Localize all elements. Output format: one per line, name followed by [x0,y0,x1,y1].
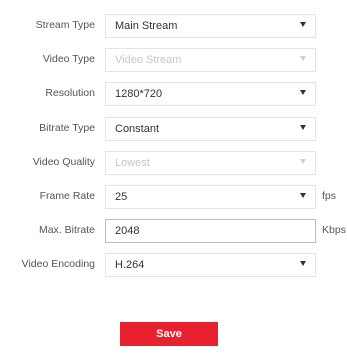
resolution-label: Resolution [45,87,95,99]
save-button[interactable]: Save [120,322,218,346]
frame-rate-row: Frame Rate 25 fps [0,185,347,211]
frame-rate-select[interactable]: 25 [105,185,316,209]
video-type-row: Video Type Video Stream [0,48,347,74]
resolution-select[interactable]: 1280*720 [105,82,316,106]
video-type-select: Video Stream [105,48,316,72]
bitrate-type-label: Bitrate Type [39,122,95,134]
video-quality-label: Video Quality [32,156,95,168]
caret-down-icon [300,193,306,198]
resolution-row: Resolution 1280*720 [0,82,347,108]
caret-down-icon [300,125,306,130]
stream-type-value: Main Stream [115,20,178,32]
video-encoding-value: H.264 [115,259,145,271]
video-quality-row: Video Quality Lowest [0,151,347,177]
caret-down-icon [300,22,306,27]
max-bitrate-unit: Kbps [322,224,346,236]
video-type-value: Video Stream [115,54,182,66]
video-quality-value: Lowest [115,157,150,169]
video-type-label: Video Type [42,53,95,65]
max-bitrate-label: Max. Bitrate [38,224,95,236]
frame-rate-label: Frame Rate [39,190,95,202]
frame-rate-value: 25 [115,191,128,203]
stream-type-select[interactable]: Main Stream [105,14,316,38]
max-bitrate-input[interactable]: 2048 [105,219,316,243]
bitrate-type-row: Bitrate Type Constant [0,117,347,143]
max-bitrate-row: Max. Bitrate 2048 Kbps [0,219,347,245]
resolution-value: 1280*720 [115,88,163,100]
caret-down-icon [300,261,306,266]
caret-down-icon [300,56,306,61]
stream-type-label: Stream Type [35,19,95,31]
caret-down-icon [300,159,306,164]
video-encoding-row: Video Encoding H.264 [0,253,347,279]
stream-type-row: Stream Type Main Stream [0,14,347,40]
bitrate-type-value: Constant [115,123,160,135]
frame-rate-unit: fps [322,190,337,202]
max-bitrate-value: 2048 [115,225,140,237]
caret-down-icon [300,90,306,95]
video-encoding-select[interactable]: H.264 [105,253,316,277]
bitrate-type-select[interactable]: Constant [105,117,316,141]
video-encoding-label: Video Encoding [21,258,95,270]
video-quality-select: Lowest [105,151,316,175]
